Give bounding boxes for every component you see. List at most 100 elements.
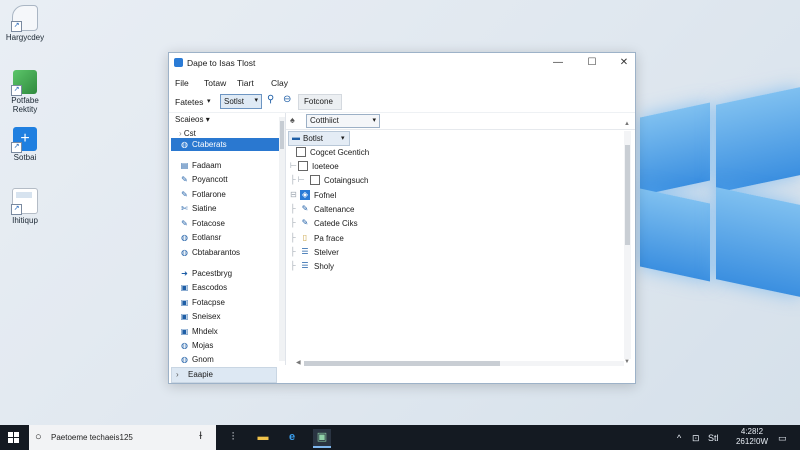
document-icon: ▯ [302, 233, 308, 242]
microphone-icon[interactable]: ɫ [199, 431, 202, 442]
chevron-down-icon[interactable]: ▾ [207, 97, 211, 105]
nav-scrollbar-thumb[interactable] [280, 121, 284, 149]
tree-item-ioeteoe[interactable]: ⊢ Ioeteoe [290, 160, 410, 173]
folder-blue-icon: ▬ [292, 133, 300, 142]
start-button[interactable] [8, 432, 20, 444]
globe-icon: ◍ [181, 341, 188, 350]
tree-connector: ├ [290, 261, 296, 270]
chevron-right-icon: › [176, 370, 179, 379]
title-bar[interactable]: Dape to Isas Tlost — ☐ ✕ [169, 53, 635, 73]
tree-connector: ├ [290, 247, 296, 256]
minimize-button[interactable]: — [547, 56, 569, 70]
checkbox-icon[interactable] [310, 175, 320, 185]
menu-tiart[interactable]: Tiart [237, 78, 254, 88]
bell-icon[interactable]: ♠ [290, 115, 295, 125]
tree-item-botlst[interactable]: ▬ Botlst ▾ [288, 131, 350, 146]
nav-item-pacestbryg[interactable]: ➜ Pacestbryg [171, 267, 281, 280]
nav-item-fotlarone[interactable]: ✎ Fotlarone [171, 188, 281, 201]
nav-scrollbar[interactable] [279, 117, 285, 361]
content-horizontal-scrollbar-thumb[interactable] [304, 361, 500, 366]
clock[interactable]: 4:28!2 2612!0W [731, 427, 773, 447]
tools-icon: ✄ [181, 204, 188, 213]
scroll-left-icon[interactable]: ◀ [296, 359, 301, 366]
menu-clay[interactable]: Clay [271, 78, 288, 88]
nav-item-label: Fotacose [192, 219, 225, 228]
desktop-icon-label: Ihitiqup [12, 216, 38, 225]
nav-item-fotacose[interactable]: ✎ Fotacose [171, 217, 281, 230]
nav-item-label: Sneisex [192, 312, 221, 321]
globe-icon: ◍ [181, 248, 188, 257]
checkbox-icon[interactable] [296, 147, 306, 157]
pin-icon[interactable]: ⚲ [267, 94, 274, 105]
blue-plus-app-icon: + ↗ [11, 127, 37, 153]
nav-item-label: Pacestbryg [192, 269, 233, 278]
nav-item-mhdelx[interactable]: ▣ Mhdelx [171, 325, 281, 338]
tree-item-caltenance[interactable]: ├ ✎ Caltenance [290, 203, 410, 216]
nav-item-ctaberats[interactable]: ◍ Ctaberats [171, 138, 281, 151]
globe-icon: ◍ [181, 140, 188, 149]
tree-item-cogcet-gcentich[interactable]: Cogcet Gcentich [296, 146, 416, 159]
desktop-icon-sotbai[interactable]: + ↗ Sotbai [2, 127, 48, 162]
tree-item-sholy[interactable]: ├ ☰ Sholy [290, 260, 410, 273]
nav-item-siatine[interactable]: ✄ Siatine [171, 202, 281, 215]
task-view-button[interactable]: ⫶ [224, 429, 242, 446]
nav-item-poyancott[interactable]: ✎ Poyancott [171, 173, 281, 186]
desktop-icon-document[interactable]: ↗ Ihitiqup [2, 188, 48, 225]
checkbox-icon[interactable] [298, 161, 308, 171]
content-horizontal-scrollbar[interactable]: ◀ [296, 359, 628, 367]
edge-browser-icon[interactable]: e [283, 429, 301, 446]
tree-item-label: Cotaingsuch [324, 176, 369, 185]
desktop-icon-app[interactable]: ↗ Potfabe Rektity [2, 70, 48, 114]
status-text: Eaapie [188, 370, 213, 379]
nav-parent[interactable]: › Cst [179, 129, 196, 138]
nav-header[interactable]: Scaieos ▾ [175, 115, 210, 124]
nav-item-fotacpse[interactable]: ▣ Fotacpse [171, 296, 281, 309]
tree-item-stelver[interactable]: ├ ☰ Stelver [290, 246, 410, 259]
view-icon[interactable]: ⊖ [283, 94, 291, 105]
close-button[interactable]: ✕ [613, 56, 635, 70]
taskbar-search-box[interactable]: ○ Paetoeme techaeis125 ɫ [29, 425, 216, 450]
clock-time: 4:28!2 [740, 427, 764, 436]
nav-item-label: Eascodos [192, 283, 228, 292]
desktop-icon-recycle-bin[interactable]: ↗ Hargycdey [2, 5, 48, 42]
nav-item-fadaam[interactable]: ▤ Fadaam [171, 159, 281, 172]
open-window-taskbar-button[interactable]: ▣ [313, 429, 331, 448]
nav-item-gnom[interactable]: ◍ Gnom [171, 353, 281, 366]
toolbar-button-label: Fotcone [304, 97, 333, 106]
nav-item-cbtabarantos[interactable]: ◍ Cbtabarantos [171, 246, 281, 259]
content-vertical-scrollbar-thumb[interactable] [625, 145, 630, 245]
tree-item-catede-ciks[interactable]: ├ ✎ Catede Ciks [290, 217, 410, 230]
content-vertical-scrollbar[interactable]: ▲ ▼ [624, 121, 631, 365]
scroll-up-icon[interactable]: ▲ [624, 121, 630, 127]
menu-file[interactable]: File [175, 78, 189, 88]
tree-item-fofnel[interactable]: ⊟ ◈ Fofnel [290, 189, 410, 202]
left-nav-pane: Scaieos ▾ › Cst ◍ Ctaberats ▤ Fadaam ✎ Poya… [169, 113, 286, 365]
menu-totaw[interactable]: Totaw [204, 78, 226, 88]
maximize-button[interactable]: ☐ [581, 56, 603, 70]
chevron-up-icon[interactable]: ^ [677, 433, 681, 443]
notification-icon[interactable]: ▭ [778, 433, 787, 444]
nav-item-label: Gnom [192, 355, 214, 364]
nav-item-sneisex[interactable]: ▣ Sneisex [171, 310, 281, 323]
toolbar-select[interactable]: Sotlst ▾ [220, 94, 262, 109]
recycle-bin-icon: ↗ [11, 5, 38, 32]
content-toolbar: ♠ Cotthiict ▾ [286, 113, 635, 130]
nav-item-mojas[interactable]: ◍ Mojas [171, 339, 281, 352]
nav-header-label: Scaieos [175, 115, 204, 124]
nav-item-label: Fadaam [192, 161, 222, 170]
tree-item-cotaingsuch[interactable]: ├ ⊢ Cotaingsuch [290, 174, 410, 187]
toolbar-button[interactable]: Fotcone [298, 94, 342, 110]
nav-item-eascodos[interactable]: ▣ Eascodos [171, 281, 281, 294]
content-dropdown[interactable]: Cotthiict ▾ [306, 114, 380, 128]
nav-item-eotlansr[interactable]: ◍ Eotlansr [171, 231, 281, 244]
pen-icon: ✎ [181, 175, 188, 184]
network-icon[interactable]: ⊡ [692, 433, 700, 444]
file-explorer-icon[interactable]: ▬ [254, 429, 272, 446]
tray-label[interactable]: Stl [708, 433, 719, 443]
tree-item-label: Sholy [314, 262, 335, 271]
status-item[interactable]: › Eaapie [171, 367, 277, 383]
list-icon: ☰ [301, 261, 309, 270]
toolbar-label: Fatetes [175, 97, 204, 107]
tree-item-pa-frace[interactable]: ├ ▯ Pa frace [290, 232, 410, 245]
tree-connector: ├ [290, 233, 296, 242]
